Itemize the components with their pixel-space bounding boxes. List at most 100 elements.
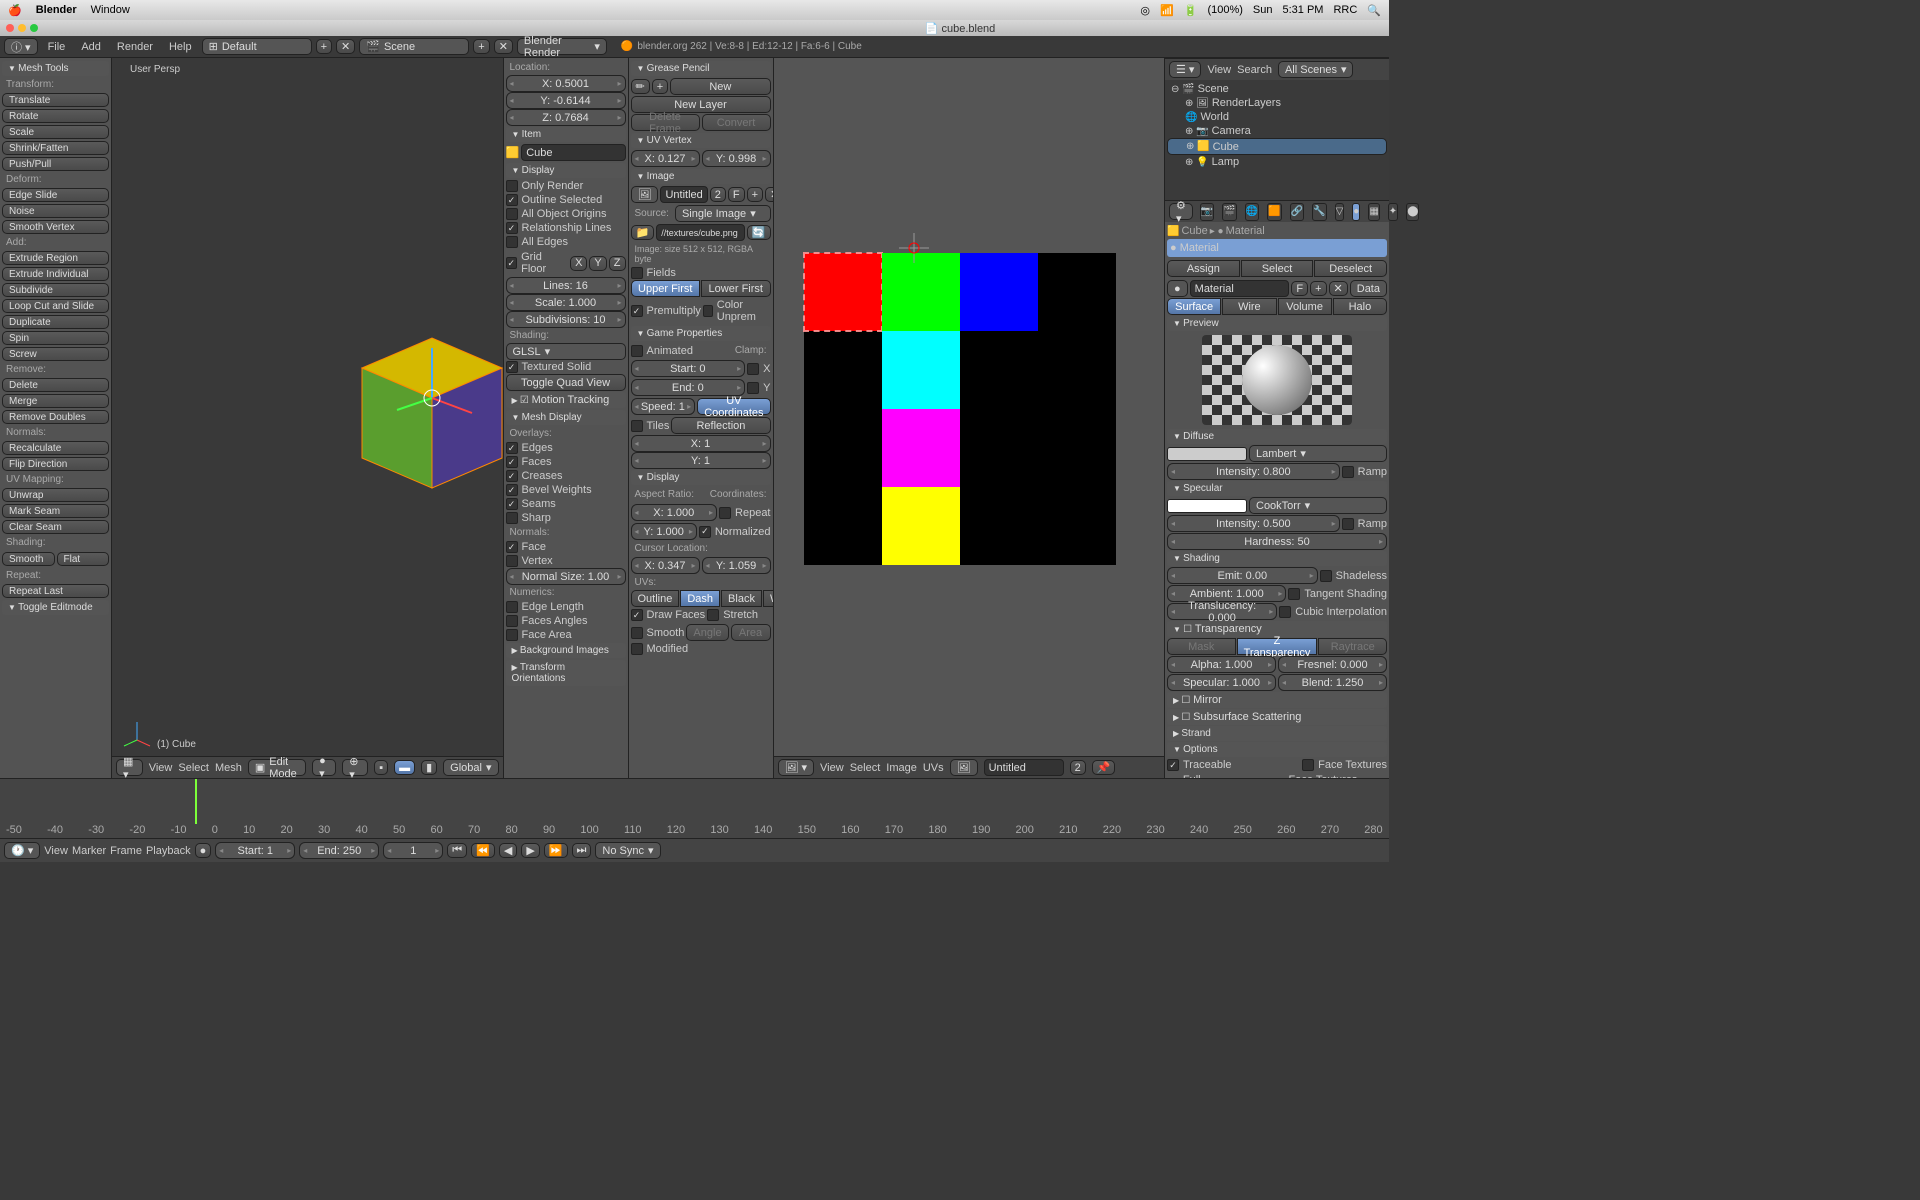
outline-button[interactable]: Outline	[631, 590, 680, 607]
delete-frame-button[interactable]: Delete Frame	[631, 114, 700, 131]
outliner-scene[interactable]: ⊖ 🎬 Scene	[1167, 82, 1387, 96]
specular-shader-select[interactable]: CookTorr ▾	[1249, 497, 1387, 514]
convert-button[interactable]: Convert	[702, 114, 771, 131]
jump-start-icon[interactable]: ⏮	[447, 843, 467, 858]
normalized-checkbox[interactable]: Normalized	[699, 525, 771, 539]
face-area-checkbox[interactable]: Face Area	[506, 628, 626, 642]
outliner-camera[interactable]: ⊕ 📷 Camera	[1167, 124, 1387, 138]
face-select-icon[interactable]: ▮	[421, 760, 437, 775]
layout-select[interactable]: ⊞ Default	[202, 38, 312, 55]
editor-type-timeline-icon[interactable]: 🕐 ▾	[4, 842, 40, 859]
upper-first-button[interactable]: Upper First	[631, 280, 701, 297]
diffuse-intensity[interactable]: Intensity: 0.800	[1167, 463, 1340, 480]
scene-select[interactable]: 🎬 Scene	[359, 38, 469, 55]
tl-view-menu[interactable]: View	[44, 845, 68, 857]
item-header[interactable]: Item	[506, 127, 626, 142]
uv-select-menu[interactable]: Select	[850, 762, 881, 774]
shading-icon[interactable]: ● ▾	[312, 759, 336, 776]
uvv-y[interactable]: Y: 0.998	[702, 150, 771, 167]
layout-add-button[interactable]: +	[316, 39, 332, 54]
extrude-individual-button[interactable]: Extrude Individual	[2, 267, 109, 281]
uv-pin-icon[interactable]: 📌	[1092, 760, 1116, 775]
ptab-constraints-icon[interactable]: 🔗	[1290, 203, 1304, 221]
ol-view-menu[interactable]: View	[1207, 64, 1231, 76]
render-engine-select[interactable]: Blender Render ▾	[517, 38, 607, 55]
scene-del-button[interactable]: ✕	[494, 39, 513, 54]
select-menu[interactable]: Select	[178, 762, 209, 774]
app-name[interactable]: Blender	[36, 4, 77, 16]
traceable-checkbox[interactable]: Traceable	[1167, 758, 1232, 772]
grease-pencil-header[interactable]: Grease Pencil	[631, 61, 771, 76]
prev-key-icon[interactable]: ⏪	[471, 843, 495, 858]
screw-button[interactable]: Screw	[2, 347, 109, 361]
edge-slide-button[interactable]: Edge Slide	[2, 188, 109, 202]
specular-color[interactable]	[1167, 499, 1247, 513]
end-frame[interactable]: End: 250	[299, 842, 379, 859]
ptab-data-icon[interactable]: ▽	[1335, 203, 1345, 221]
toggle-editmode-header[interactable]: Toggle Editmode	[2, 600, 109, 615]
tl-playback-menu[interactable]: Playback	[146, 845, 191, 857]
dash-button[interactable]: Dash	[680, 590, 720, 607]
sss-header[interactable]: ☐ Subsurface Scattering	[1167, 709, 1387, 725]
cube-object[interactable]	[332, 308, 532, 508]
aspect-y[interactable]: Y: 1.000	[631, 523, 697, 540]
recalculate-button[interactable]: Recalculate	[2, 441, 109, 455]
transform-orientations-header[interactable]: Transform Orientations	[506, 660, 626, 686]
cubic-interp-checkbox[interactable]: Cubic Interpolation	[1279, 605, 1387, 619]
tl-marker-menu[interactable]: Marker	[72, 845, 106, 857]
faces-angles-checkbox[interactable]: Faces Angles	[506, 614, 626, 628]
game-properties-header[interactable]: Game Properties	[631, 326, 771, 341]
smooth-checkbox[interactable]: Smooth	[631, 626, 685, 640]
user-name[interactable]: RRC	[1333, 4, 1357, 16]
search-icon[interactable]: 🔍	[1367, 4, 1381, 17]
draw-faces-checkbox[interactable]: Draw Faces	[631, 608, 706, 622]
close-icon[interactable]	[6, 24, 14, 32]
location-y[interactable]: Y: -0.6144	[506, 92, 626, 109]
current-frame[interactable]: 1	[383, 842, 443, 859]
translate-button[interactable]: Translate	[2, 93, 109, 107]
mesh-menu[interactable]: Mesh	[215, 762, 242, 774]
app-menu-window[interactable]: Window	[91, 4, 130, 16]
volume-tab[interactable]: Volume	[1278, 298, 1332, 315]
all-origins-checkbox[interactable]: All Object Origins	[506, 207, 626, 221]
uv-texture[interactable]	[804, 253, 1116, 565]
halo-tab[interactable]: Halo	[1333, 298, 1387, 315]
mirror-header[interactable]: ☐ Mirror	[1167, 692, 1387, 708]
smooth-vertex-button[interactable]: Smooth Vertex	[2, 220, 109, 234]
ol-filter-select[interactable]: All Scenes ▾	[1278, 61, 1354, 78]
anim-speed[interactable]: Speed: 1	[631, 398, 696, 415]
specular-intensity[interactable]: Intensity: 0.500	[1167, 515, 1340, 532]
minimize-icon[interactable]	[18, 24, 26, 32]
extrude-region-button[interactable]: Extrude Region	[2, 251, 109, 265]
diffuse-ramp-checkbox[interactable]: Ramp	[1342, 465, 1387, 479]
wire-tab[interactable]: Wire	[1222, 298, 1276, 315]
ptab-modifiers-icon[interactable]: 🔧	[1312, 203, 1326, 221]
preview-header[interactable]: Preview	[1167, 316, 1387, 331]
apple-icon[interactable]: 🍎	[8, 4, 22, 17]
yaxis-button[interactable]: Y	[589, 256, 606, 271]
tiles-checkbox[interactable]: Tiles	[631, 419, 670, 433]
shading-header[interactable]: Shading	[1167, 551, 1387, 566]
ptab-scene-icon[interactable]: 🎬	[1222, 203, 1236, 221]
ptab-texture-icon[interactable]: ▦	[1368, 203, 1379, 221]
gp-add-button[interactable]: +	[652, 79, 668, 94]
premultiply-checkbox[interactable]: Premultiply	[631, 304, 701, 318]
delete-button[interactable]: Delete	[2, 378, 109, 392]
clamp-y-checkbox[interactable]: Y	[747, 381, 770, 395]
blend-field[interactable]: Blend: 1.250	[1278, 674, 1387, 691]
specular-hardness[interactable]: Hardness: 50	[1167, 533, 1387, 550]
image-browse-icon[interactable]: 🖼	[631, 186, 659, 203]
menu-render[interactable]: Render	[111, 39, 159, 55]
uvv-x[interactable]: X: 0.127	[631, 150, 700, 167]
loop-cut-button[interactable]: Loop Cut and Slide	[2, 299, 109, 313]
shrink-fatten-button[interactable]: Shrink/Fatten	[2, 141, 109, 155]
timeline[interactable]: -50-40-30-20-100102030405060708090100110…	[0, 778, 1389, 838]
display-header[interactable]: Display	[506, 163, 626, 178]
orientation-select[interactable]: Global ▾	[443, 759, 498, 776]
mesh-tools-header[interactable]: Mesh Tools	[2, 61, 109, 76]
color-unprem-checkbox[interactable]: Color Unprem	[703, 298, 771, 324]
ptab-world-icon[interactable]: 🌐	[1245, 203, 1259, 221]
tl-frame-menu[interactable]: Frame	[110, 845, 142, 857]
strand-header[interactable]: Strand	[1167, 726, 1387, 741]
spin-button[interactable]: Spin	[2, 331, 109, 345]
